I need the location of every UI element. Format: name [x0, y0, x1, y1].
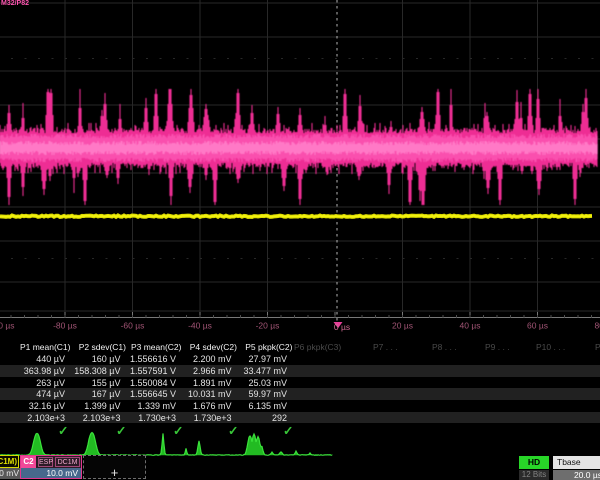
- svg-text:60 µs: 60 µs: [527, 321, 548, 331]
- svg-text:80 µs: 80 µs: [595, 321, 600, 331]
- svg-text:0 µs: 0 µs: [334, 322, 350, 332]
- svg-text:-60 µs: -60 µs: [121, 321, 145, 331]
- svg-text:20 µs: 20 µs: [392, 321, 413, 331]
- svg-text:40 µs: 40 µs: [460, 321, 481, 331]
- svg-text:-80 µs: -80 µs: [53, 321, 77, 331]
- svg-text:-100 µs: -100 µs: [0, 321, 15, 331]
- svg-text:-20 µs: -20 µs: [256, 321, 280, 331]
- svg-text:-40 µs: -40 µs: [188, 321, 212, 331]
